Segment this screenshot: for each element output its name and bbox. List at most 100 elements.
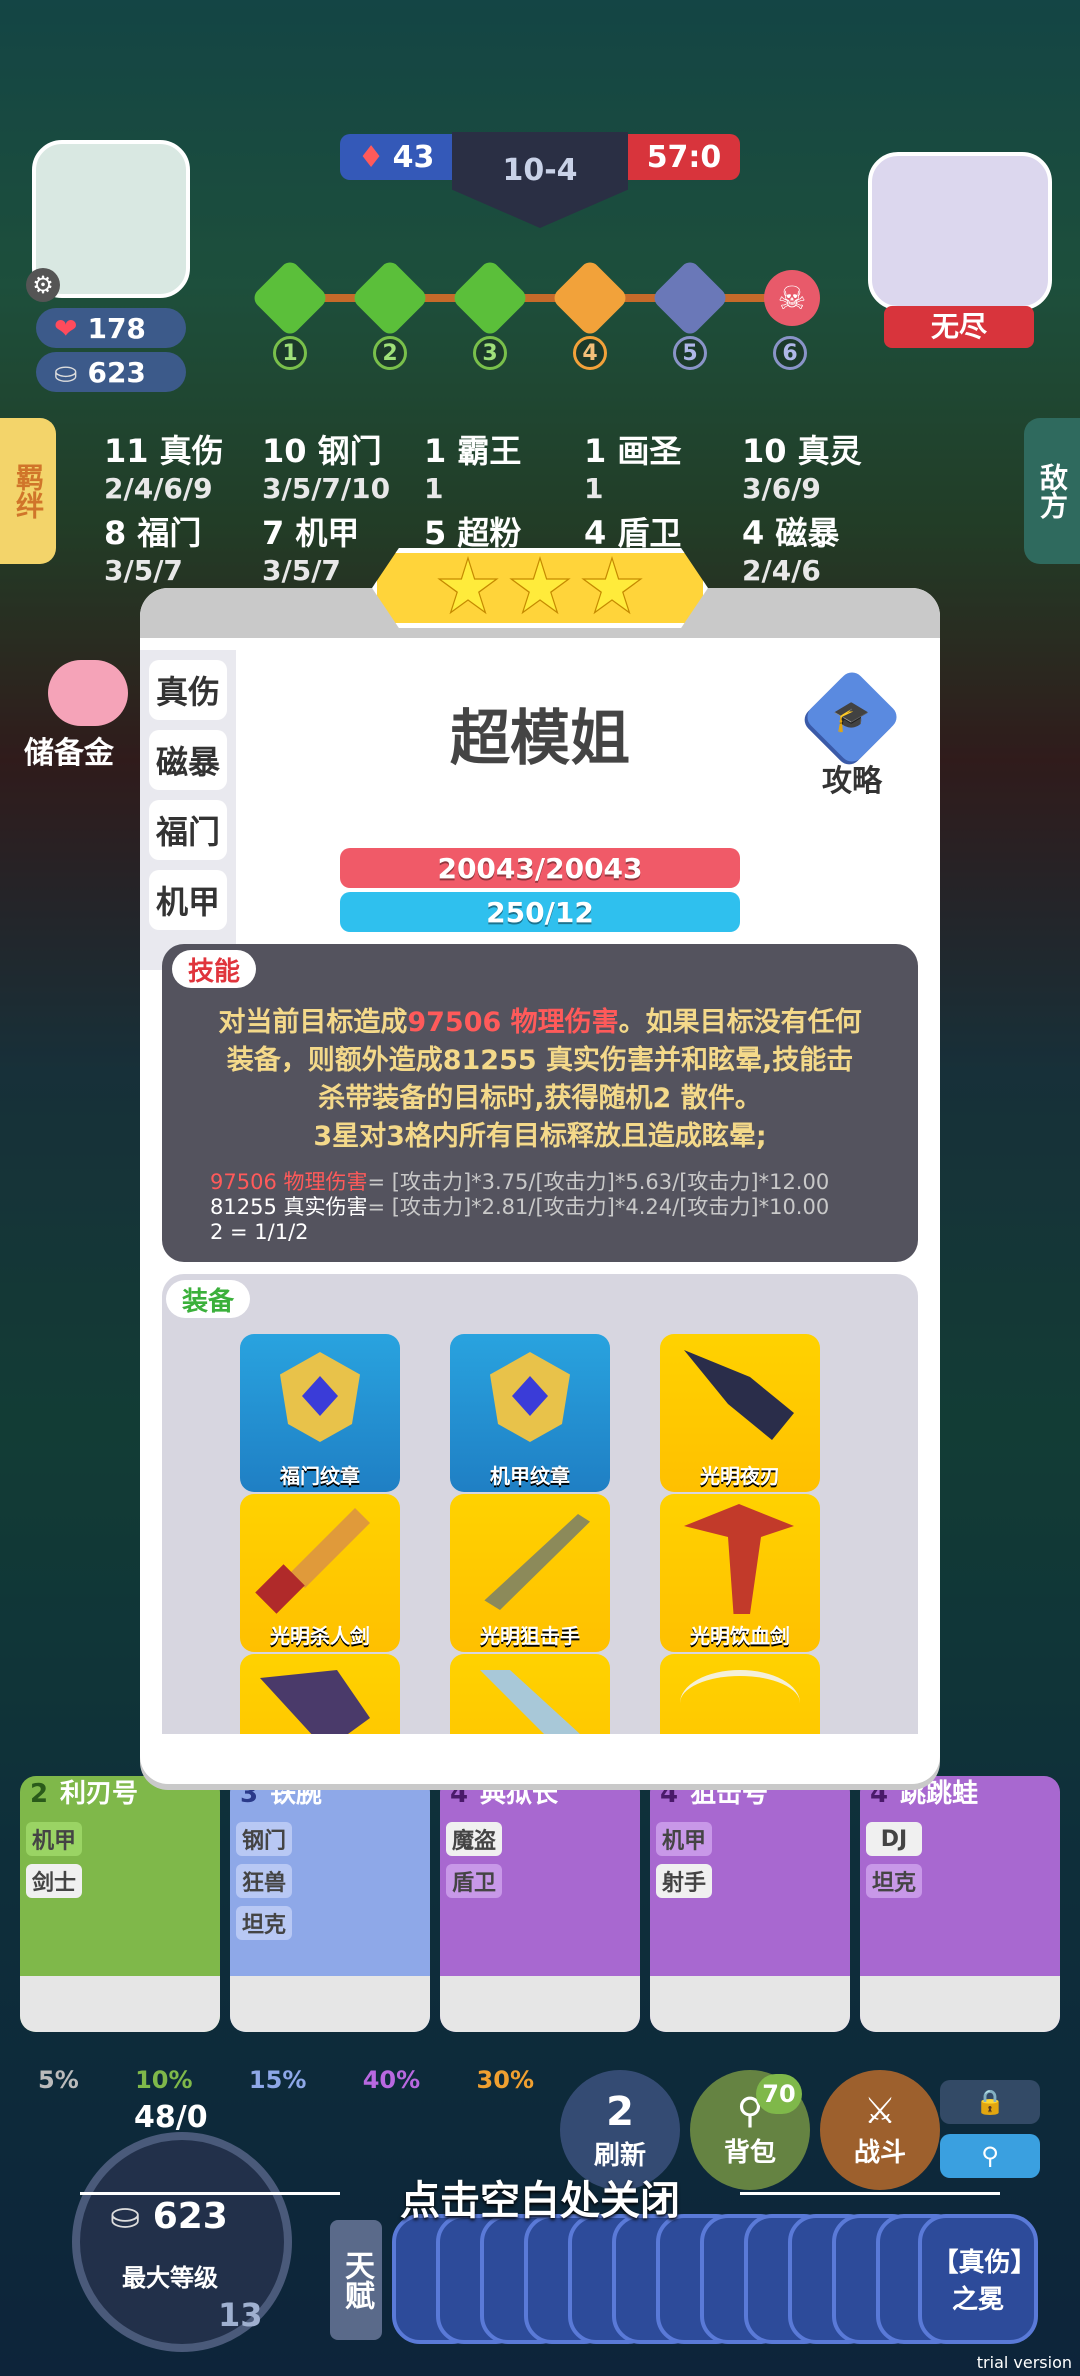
- star-icon: [509, 556, 571, 615]
- shop-odds: 5% 10% 15% 40% 30%: [38, 2066, 534, 2094]
- star-icon: [437, 556, 499, 615]
- talent-card-crown[interactable]: 【真伤】之冕: [918, 2214, 1038, 2344]
- hp-pill: ❤ 178: [36, 308, 186, 348]
- trait-item[interactable]: 1 画圣 1: [584, 426, 681, 505]
- level-label: 最大等级: [122, 2264, 218, 2292]
- skill-panel: 技能 对当前目标造成97506 物理伤害。如果目标没有任何 装备，则额外造成81…: [162, 944, 918, 1262]
- unit-trait-tag: 剑士: [26, 1864, 82, 1898]
- opponent-name: 无尽: [884, 306, 1034, 348]
- unit-cost: 2: [30, 1779, 49, 1809]
- trait-tab[interactable]: 机甲: [149, 870, 227, 930]
- graduation-cap-icon: 🎓: [833, 699, 871, 735]
- shop-unit-card[interactable]: 4 跳跳蛙 DJ 坦克: [860, 1776, 1060, 2032]
- piggy-bank-icon[interactable]: [48, 660, 128, 726]
- trait-item[interactable]: 7 机甲 3/5/7: [262, 508, 359, 587]
- shop-unit-card[interactable]: 2 利刃号 机甲 剑士: [20, 1776, 220, 2032]
- badge-icon: [490, 1352, 570, 1442]
- stage-number: 6: [773, 336, 807, 370]
- heart-icon: ❤: [54, 311, 78, 345]
- odds-item: 5%: [38, 2066, 79, 2094]
- scythe-icon: [684, 1504, 794, 1614]
- tab-bonds[interactable]: 羁绊: [0, 418, 56, 564]
- crossed-swords-icon: ⚔: [863, 2091, 897, 2132]
- coin-icon: ⛀: [54, 355, 78, 389]
- watermark: trial version: [976, 2353, 1072, 2372]
- unit-trait-tag: 盾卫: [446, 1864, 502, 1898]
- trait-item[interactable]: 10 钢门 3/5/7/10: [262, 426, 390, 505]
- gold-pill: ⛀ 623: [36, 352, 186, 392]
- stage-number: 5: [673, 336, 707, 370]
- stage-number: 2: [373, 336, 407, 370]
- bag-count-badge: 70: [756, 2074, 802, 2114]
- unit-trait-tag: 射手: [656, 1864, 712, 1898]
- guide-button[interactable]: 🎓 攻略: [800, 667, 904, 799]
- hero-name: 超模姐: [450, 704, 630, 774]
- tab-enemy[interactable]: 敌方: [1024, 418, 1080, 564]
- odds-item: 30%: [476, 2066, 534, 2094]
- star-rating: [372, 548, 708, 628]
- equipment-item[interactable]: 光明狙击手: [450, 1494, 610, 1652]
- right-score: 57:0: [628, 134, 740, 180]
- unit-trait-tag: 坦克: [866, 1864, 922, 1898]
- trait-item[interactable]: 10 真灵 3/6/9: [742, 426, 862, 505]
- shop-unit-card[interactable]: 3 铁腕 钢门 狂兽 坦克: [230, 1776, 430, 2032]
- lock-icon: 🔒: [975, 2088, 1005, 2116]
- equip-tag: 装备: [166, 1280, 251, 1318]
- shop-unit-card[interactable]: 4 狙击号 机甲 射手: [650, 1776, 850, 2032]
- stage-number: 4: [573, 336, 607, 370]
- odds-item: 40%: [362, 2066, 421, 2094]
- search-icon: ⚲: [981, 2142, 999, 2170]
- odds-item: 10%: [135, 2066, 193, 2094]
- trait-tab[interactable]: 福门: [149, 800, 227, 860]
- skill-formula: 97506 物理伤害= [攻击力]*3.75/[攻击力]*5.63/[攻击力]*…: [210, 1170, 830, 1244]
- blade-icon: [480, 1670, 580, 1734]
- trait-item[interactable]: 4 盾卫: [584, 508, 681, 554]
- equipment-item[interactable]: 光明饮血剑: [660, 1494, 820, 1652]
- unit-trait-tag: 魔盗: [446, 1822, 502, 1856]
- trait-item[interactable]: 5 超粉: [424, 508, 521, 554]
- unit-trait-tag: 坦克: [236, 1906, 292, 1940]
- skull-icon: ☠: [764, 270, 820, 326]
- equipment-item[interactable]: 光明夜刃: [660, 1334, 820, 1492]
- savings-label: 储备金: [24, 736, 114, 771]
- unit-trait-tag: 机甲: [26, 1822, 82, 1856]
- unit-trait-tag: 狂兽: [236, 1864, 292, 1898]
- dagger-icon: [684, 1350, 794, 1440]
- xp-value: 48/0: [134, 2100, 208, 2135]
- unit-trait-tag: 机甲: [656, 1822, 712, 1856]
- unit-trait-tag: DJ: [866, 1822, 922, 1856]
- lock-button[interactable]: 🔒: [940, 2080, 1040, 2124]
- hero-trait-tabs: 真伤 磁暴 福门 机甲: [140, 650, 236, 970]
- close-hint[interactable]: 点击空白处关闭: [0, 2168, 1080, 2226]
- flame-icon: ♦: [357, 139, 385, 175]
- equipment-item[interactable]: [450, 1654, 610, 1734]
- level-number: 13: [218, 2296, 263, 2334]
- skill-tag: 技能: [172, 950, 257, 988]
- trait-item[interactable]: 1 霸王 1: [424, 426, 521, 505]
- equipment-item[interactable]: 机甲纹章: [450, 1334, 610, 1492]
- unit-name: 利刃号: [60, 1779, 139, 1809]
- trait-tab[interactable]: 真伤: [149, 660, 227, 720]
- hp-value: 178: [87, 311, 146, 345]
- rifle-icon: [484, 1514, 590, 1610]
- odds-item: 15%: [248, 2066, 307, 2094]
- opponent-avatar[interactable]: [868, 152, 1052, 310]
- stage-number: 1: [273, 336, 307, 370]
- settings-gear-icon[interactable]: ⚙: [26, 268, 60, 302]
- trait-item[interactable]: 11 真伤 2/4/6/9: [104, 426, 224, 505]
- equipment-item[interactable]: 福门纹章: [240, 1334, 400, 1492]
- trait-item[interactable]: 8 福门 3/5/7: [104, 508, 201, 587]
- trait-item[interactable]: 4 磁暴 2/4/6: [742, 508, 839, 587]
- trait-tab[interactable]: 磁暴: [149, 730, 227, 790]
- badge-icon: [280, 1352, 360, 1442]
- shop-unit-card[interactable]: 4 典狱长 魔盗 盾卫: [440, 1776, 640, 2032]
- star-icon: [581, 556, 643, 615]
- talent-label[interactable]: 天赋: [330, 2220, 382, 2340]
- equipment-item[interactable]: [240, 1654, 400, 1734]
- bow-icon: [680, 1670, 800, 1734]
- equipment-item[interactable]: 光明杀人剑: [240, 1494, 400, 1652]
- equipment-panel: 装备 福门纹章 机甲纹章 光明夜刃 光明杀人剑 光明狙击手 光明饮血剑: [162, 1274, 918, 1734]
- stage-number: 3: [473, 336, 507, 370]
- skill-description: 对当前目标造成97506 物理伤害。如果目标没有任何 装备，则额外造成81255…: [218, 1007, 862, 1152]
- equipment-item[interactable]: [660, 1654, 820, 1734]
